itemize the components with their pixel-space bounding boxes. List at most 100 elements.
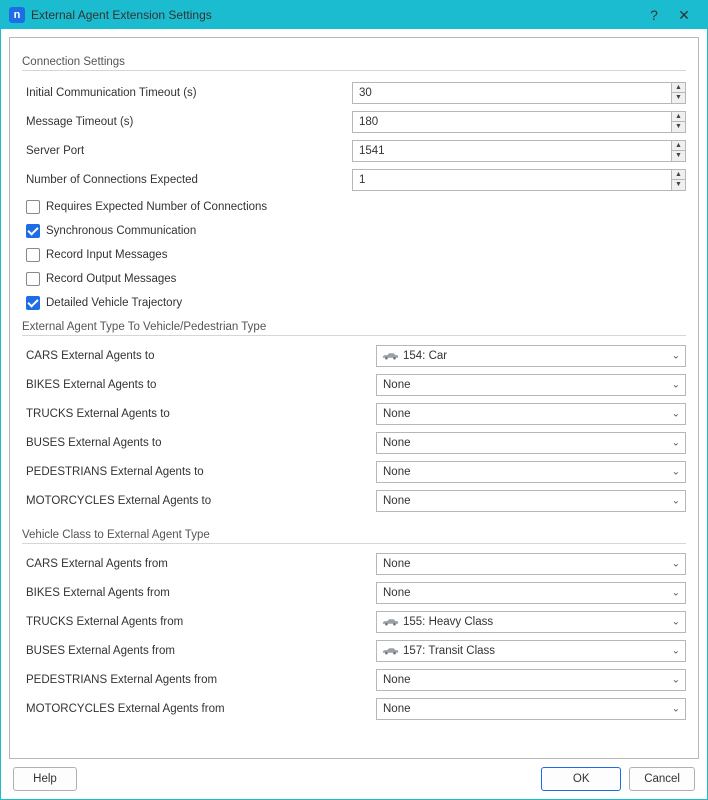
checkbox-requires-expected[interactable] [26,200,40,214]
to-select-value-moto: None [383,495,411,507]
vehicle-icon [381,617,399,627]
divider [22,543,686,544]
to-select-moto[interactable]: None⌄ [376,490,686,512]
from-label-buses: BUSES External Agents from [22,645,376,657]
help-button[interactable]: Help [13,767,77,791]
close-icon[interactable]: ✕ [669,7,699,24]
initial-timeout-field[interactable] [352,82,686,104]
row-synchronous: Synchronous Communication [22,219,686,243]
spin-down-icon[interactable]: ▼ [671,122,685,132]
from-select-value-peds: None [383,674,411,686]
spin-up-icon[interactable]: ▲ [671,112,685,123]
to-row-trucks: TRUCKS External Agents toNone⌄ [22,400,686,428]
label-message-timeout: Message Timeout (s) [22,116,352,128]
num-connections-field[interactable] [352,169,686,191]
label-num-connections: Number of Connections Expected [22,174,352,186]
divider [22,335,686,336]
from-row-moto: MOTORCYCLES External Agents fromNone⌄ [22,695,686,723]
message-timeout-field[interactable] [352,111,686,133]
to-row-moto: MOTORCYCLES External Agents toNone⌄ [22,487,686,515]
checkbox-synchronous[interactable] [26,224,40,238]
to-select-value-cars: 154: Car [403,350,447,362]
from-label-trucks: TRUCKS External Agents from [22,616,376,628]
to-label-trucks: TRUCKS External Agents to [22,408,376,420]
to-select-value-peds: None [383,466,411,478]
from-select-moto[interactable]: None⌄ [376,698,686,720]
to-label-peds: PEDESTRIANS External Agents to [22,466,376,478]
input-num-connections[interactable]: ▲▼ [352,169,686,191]
row-server-port: Server Port ▲▼ [22,137,686,164]
to-row-bikes: BIKES External Agents toNone⌄ [22,371,686,399]
spin-up-icon[interactable]: ▲ [671,141,685,152]
checkbox-record-input[interactable] [26,248,40,262]
checkbox-record-output[interactable] [26,272,40,286]
row-requires-expected: Requires Expected Number of Connections [22,195,686,219]
from-select-buses[interactable]: 157: Transit Class⌄ [376,640,686,662]
window-title: External Agent Extension Settings [31,8,212,22]
from-select-value-bikes: None [383,587,411,599]
label-synchronous: Synchronous Communication [46,225,196,237]
ok-button[interactable]: OK [541,767,621,791]
to-select-bikes[interactable]: None⌄ [376,374,686,396]
from-row-bikes: BIKES External Agents fromNone⌄ [22,579,686,607]
spin-down-icon[interactable]: ▼ [671,180,685,190]
to-label-buses: BUSES External Agents to [22,437,376,449]
input-server-port[interactable]: ▲▼ [352,140,686,162]
label-detailed-trajectory: Detailed Vehicle Trajectory [46,297,182,309]
from-select-value-cars: None [383,558,411,570]
to-row-buses: BUSES External Agents toNone⌄ [22,429,686,457]
spin-up-icon[interactable]: ▲ [671,170,685,181]
server-port-field[interactable] [352,140,686,162]
row-detailed-trajectory: Detailed Vehicle Trajectory [22,291,686,315]
spin-down-icon[interactable]: ▼ [671,93,685,103]
row-record-input: Record Input Messages [22,243,686,267]
row-message-timeout: Message Timeout (s) ▲▼ [22,108,686,135]
from-row-trucks: TRUCKS External Agents from155: Heavy Cl… [22,608,686,636]
label-record-input: Record Input Messages [46,249,167,261]
to-label-bikes: BIKES External Agents to [22,379,376,391]
from-select-trucks[interactable]: 155: Heavy Class⌄ [376,611,686,633]
footer: Help OK Cancel [1,759,707,799]
from-select-value-trucks: 155: Heavy Class [403,616,493,628]
from-select-bikes[interactable]: None⌄ [376,582,686,604]
from-label-moto: MOTORCYCLES External Agents from [22,703,376,715]
to-row-peds: PEDESTRIANS External Agents toNone⌄ [22,458,686,486]
to-select-value-bikes: None [383,379,411,391]
to-select-value-trucks: None [383,408,411,420]
label-server-port: Server Port [22,145,352,157]
divider [22,70,686,71]
from-row-cars: CARS External Agents fromNone⌄ [22,550,686,578]
to-select-buses[interactable]: None⌄ [376,432,686,454]
to-label-moto: MOTORCYCLES External Agents to [22,495,376,507]
spin-up-icon[interactable]: ▲ [671,83,685,94]
to-select-cars[interactable]: 154: Car⌄ [376,345,686,367]
help-icon[interactable]: ? [639,7,669,23]
input-message-timeout[interactable]: ▲▼ [352,111,686,133]
from-select-peds[interactable]: None⌄ [376,669,686,691]
to-select-peds[interactable]: None⌄ [376,461,686,483]
label-record-output: Record Output Messages [46,273,176,285]
group-connection-title: Connection Settings [22,56,686,68]
from-row-peds: PEDESTRIANS External Agents fromNone⌄ [22,666,686,694]
from-select-value-moto: None [383,703,411,715]
from-select-value-buses: 157: Transit Class [403,645,495,657]
to-select-trucks[interactable]: None⌄ [376,403,686,425]
to-select-value-buses: None [383,437,411,449]
content-area: Connection Settings Initial Communicatio… [1,29,707,759]
vehicle-icon [381,646,399,656]
input-initial-timeout[interactable]: ▲▼ [352,82,686,104]
row-record-output: Record Output Messages [22,267,686,291]
checkbox-detailed-trajectory[interactable] [26,296,40,310]
to-label-cars: CARS External Agents to [22,350,376,362]
vehicle-icon [381,351,399,361]
settings-pane: Connection Settings Initial Communicatio… [9,37,699,759]
group-from-type-title: Vehicle Class to External Agent Type [22,529,686,541]
cancel-button[interactable]: Cancel [629,767,695,791]
from-label-peds: PEDESTRIANS External Agents from [22,674,376,686]
from-row-buses: BUSES External Agents from157: Transit C… [22,637,686,665]
spin-down-icon[interactable]: ▼ [671,151,685,161]
from-select-cars[interactable]: None⌄ [376,553,686,575]
dialog-window: n External Agent Extension Settings ? ✕ … [0,0,708,800]
app-icon: n [9,7,25,23]
label-requires-expected: Requires Expected Number of Connections [46,201,267,213]
